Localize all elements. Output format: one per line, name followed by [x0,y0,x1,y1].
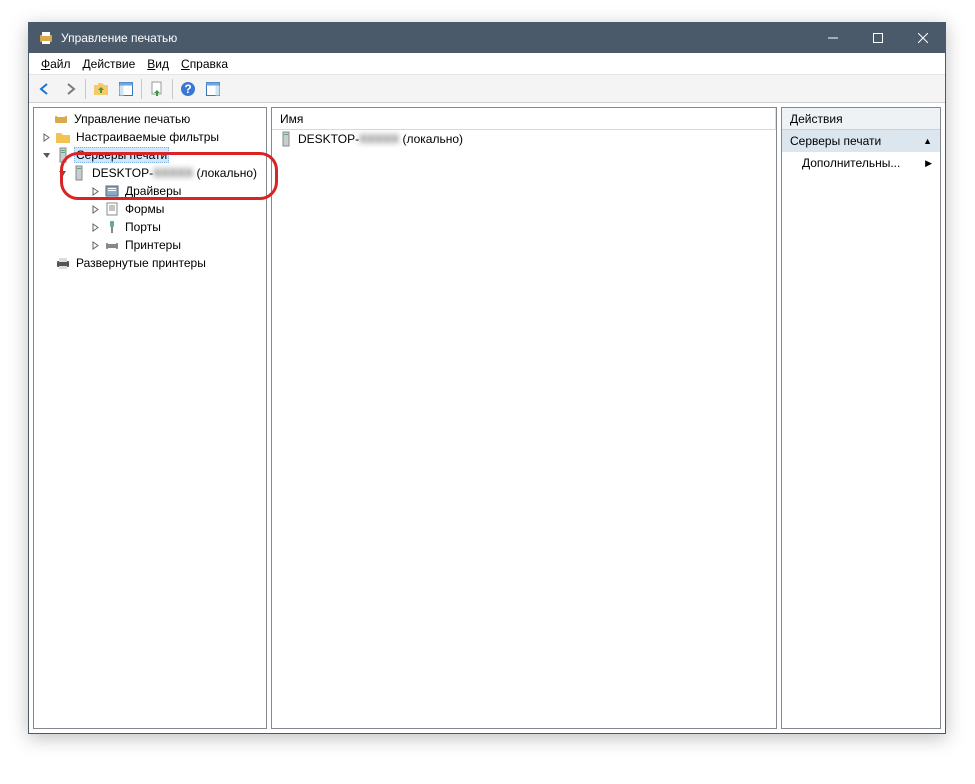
column-header-name[interactable]: Имя [272,108,776,130]
tree-desktop-server[interactable]: DESKTOP-XXXXX (локально) [34,164,266,182]
expand-icon[interactable] [89,203,102,216]
tree-ports[interactable]: Порты [34,218,266,236]
forms-icon [104,201,120,217]
tree-drivers[interactable]: Драйверы [34,182,266,200]
menu-file[interactable]: Файл [35,54,77,74]
collapse-icon[interactable] [40,149,53,162]
chevron-up-icon: ▲ [923,136,932,146]
toolbar-separator [141,79,142,99]
show-hide-tree-button[interactable] [114,77,138,101]
expand-icon[interactable] [89,185,102,198]
maximize-button[interactable] [855,23,900,53]
server-icon [278,131,294,147]
app-icon [38,30,54,46]
menu-action[interactable]: Действие [77,54,142,74]
close-button[interactable] [900,23,945,53]
expand-icon[interactable] [40,131,53,144]
show-hide-action-button[interactable] [201,77,225,101]
chevron-right-icon: ▶ [925,158,932,169]
window-title: Управление печатью [61,31,810,45]
folder-icon [55,129,71,145]
toolbar-separator [85,79,86,99]
printer-icon [104,237,120,253]
expand-icon[interactable] [89,221,102,234]
tree-filters[interactable]: Настраиваемые фильтры [34,128,266,146]
up-button[interactable] [89,77,113,101]
help-button[interactable]: ? [176,77,200,101]
menubar: Файл Действие Вид Справка [29,53,945,75]
toolbar: ? [29,75,945,103]
menu-help[interactable]: Справка [175,54,234,74]
minimize-button[interactable] [810,23,855,53]
tree-printers[interactable]: Принтеры [34,236,266,254]
menu-view[interactable]: Вид [141,54,175,74]
server-icon [55,147,71,163]
export-list-button[interactable] [145,77,169,101]
action-pane: Действия Серверы печати ▲ Дополнительны.… [781,107,941,729]
expand-icon[interactable] [89,239,102,252]
tree-deployed-printers[interactable]: Развернутые принтеры [34,254,266,272]
toolbar-separator [172,79,173,99]
printer-icon [55,255,71,271]
svg-text:?: ? [184,82,191,96]
titlebar: Управление печатью [29,23,945,53]
actions-more[interactable]: Дополнительны... ▶ [782,152,940,174]
tree-pane: Управление печатью Настраиваемые фильтры… [33,107,267,729]
drivers-icon [104,183,120,199]
ports-icon [104,219,120,235]
list-pane: Имя DESKTOP-XXXXX (локально) [271,107,777,729]
tree-forms[interactable]: Формы [34,200,266,218]
tree-root[interactable]: Управление печатью [34,110,266,128]
back-button[interactable] [33,77,57,101]
print-management-icon [53,111,69,127]
actions-header: Действия [782,108,940,130]
server-icon [71,165,87,181]
forward-button[interactable] [58,77,82,101]
tree-print-servers[interactable]: Серверы печати [34,146,266,164]
list-item[interactable]: DESKTOP-XXXXX (локально) [272,130,776,148]
actions-section[interactable]: Серверы печати ▲ [782,130,940,152]
collapse-icon[interactable] [56,167,69,180]
